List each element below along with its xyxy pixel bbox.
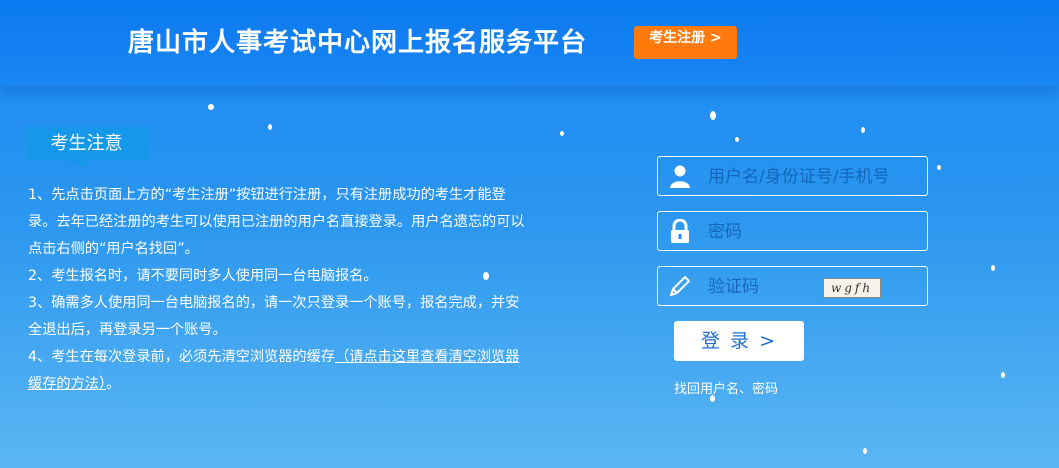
snow-dot — [735, 137, 739, 142]
snow-dot — [710, 395, 715, 402]
snow-dot — [710, 111, 716, 120]
snow-dot — [991, 265, 995, 271]
captcha-input[interactable] — [706, 273, 820, 301]
snow-dot — [560, 131, 564, 136]
snow-dot — [863, 448, 867, 454]
username-input[interactable] — [706, 163, 910, 191]
captcha-field[interactable]: wgfh — [657, 266, 928, 306]
notice-item-1: 1、先点击页面上方的“考生注册”按钮进行注册，只有注册成功的考生才能登录。去年已… — [28, 187, 525, 257]
header-bar: 唐山市人事考试中心网上报名服务平台 考生注册 > — [0, 0, 1059, 86]
snow-dot — [483, 272, 489, 280]
lock-icon — [671, 219, 689, 243]
password-input[interactable] — [706, 218, 910, 246]
notice-item-3: 3、确需多人使用同一台电脑报名的，请一次只登录一个账号，报名完成，并安全退出后，… — [28, 295, 520, 338]
notice-item-4-text: 4、考生在每次登录前，必须先清空浏览器的缓存 — [28, 349, 335, 365]
username-field[interactable] — [657, 156, 928, 196]
captcha-image[interactable]: wgfh — [823, 278, 881, 298]
notice-item-4-end: 。 — [106, 376, 121, 392]
snow-dot — [861, 127, 865, 133]
register-button[interactable]: 考生注册 > — [634, 26, 737, 59]
snow-dot — [937, 165, 941, 170]
notice-tab: 考生注意 — [26, 127, 147, 168]
site-title: 唐山市人事考试中心网上报名服务平台 — [128, 28, 588, 58]
pencil-icon — [670, 276, 690, 296]
snow-dot — [1001, 372, 1005, 378]
snow-dot — [268, 124, 272, 130]
notice-item-4: 4、考生在每次登录前，必须先清空浏览器的缓存（请点击这里查看清空浏览器缓存的方法… — [28, 344, 528, 398]
snow-dot — [208, 104, 214, 110]
notice-item-2: 2、考生报名时，请不要同时多人使用同一台电脑报名。 — [28, 268, 378, 284]
recover-account-link[interactable]: 找回用户名、密码 — [674, 378, 778, 397]
password-field[interactable] — [657, 211, 928, 251]
notice-text: 1、先点击页面上方的“考生注册”按钮进行注册，只有注册成功的考生才能登录。去年已… — [28, 182, 528, 398]
login-button[interactable]: 登 录 > — [674, 321, 804, 361]
user-icon — [670, 165, 690, 188]
